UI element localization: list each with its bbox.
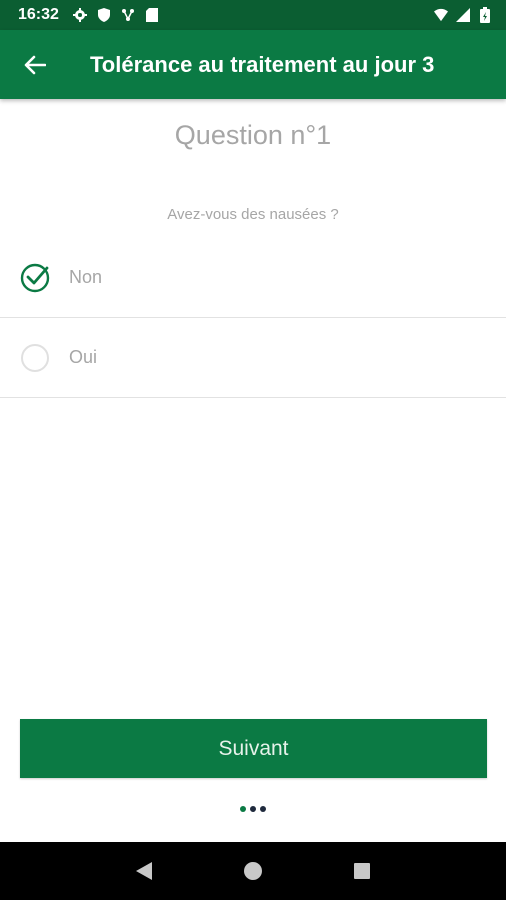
battery-icon bbox=[478, 7, 492, 23]
pagination-dots bbox=[0, 806, 506, 812]
answer-options: Non Oui bbox=[0, 238, 506, 398]
sd-card-icon bbox=[145, 8, 159, 22]
gear-icon bbox=[72, 8, 87, 22]
app-bar: Tolérance au traitement au jour 3 bbox=[0, 30, 506, 99]
question-number: Question n°1 bbox=[174, 120, 332, 150]
network-icon bbox=[121, 8, 135, 22]
signal-icon bbox=[456, 8, 470, 22]
back-triangle-icon bbox=[136, 862, 153, 880]
page-dot-3 bbox=[260, 806, 266, 812]
system-nav-bar bbox=[0, 842, 506, 900]
nav-home-button[interactable] bbox=[233, 851, 273, 891]
home-circle-icon bbox=[243, 862, 262, 880]
shield-icon bbox=[97, 8, 111, 22]
page-title: Tolérance au traitement au jour 3 bbox=[90, 51, 435, 77]
back-button[interactable] bbox=[0, 30, 70, 99]
status-time: 16:32 bbox=[18, 6, 59, 23]
status-bar: 16:32 bbox=[0, 0, 506, 30]
option-label: Non bbox=[69, 267, 103, 287]
status-icons-left bbox=[72, 8, 159, 22]
nav-back-button[interactable] bbox=[124, 851, 164, 891]
wifi-icon bbox=[434, 8, 448, 22]
nav-recents-button[interactable] bbox=[342, 851, 382, 891]
option-oui[interactable]: Oui bbox=[0, 318, 506, 398]
arrow-left-icon bbox=[24, 55, 46, 74]
option-label: Oui bbox=[69, 347, 98, 367]
check-circle-icon bbox=[20, 263, 50, 293]
status-icons-right bbox=[434, 7, 492, 23]
page-dot-2 bbox=[250, 806, 256, 812]
page-dot-1 bbox=[240, 806, 246, 812]
next-button[interactable]: Suivant bbox=[20, 719, 487, 778]
empty-circle-icon bbox=[20, 343, 50, 373]
question-text: Avez-vous des nausées ? bbox=[167, 206, 339, 223]
option-non[interactable]: Non bbox=[0, 238, 506, 318]
recents-square-icon bbox=[353, 863, 370, 879]
